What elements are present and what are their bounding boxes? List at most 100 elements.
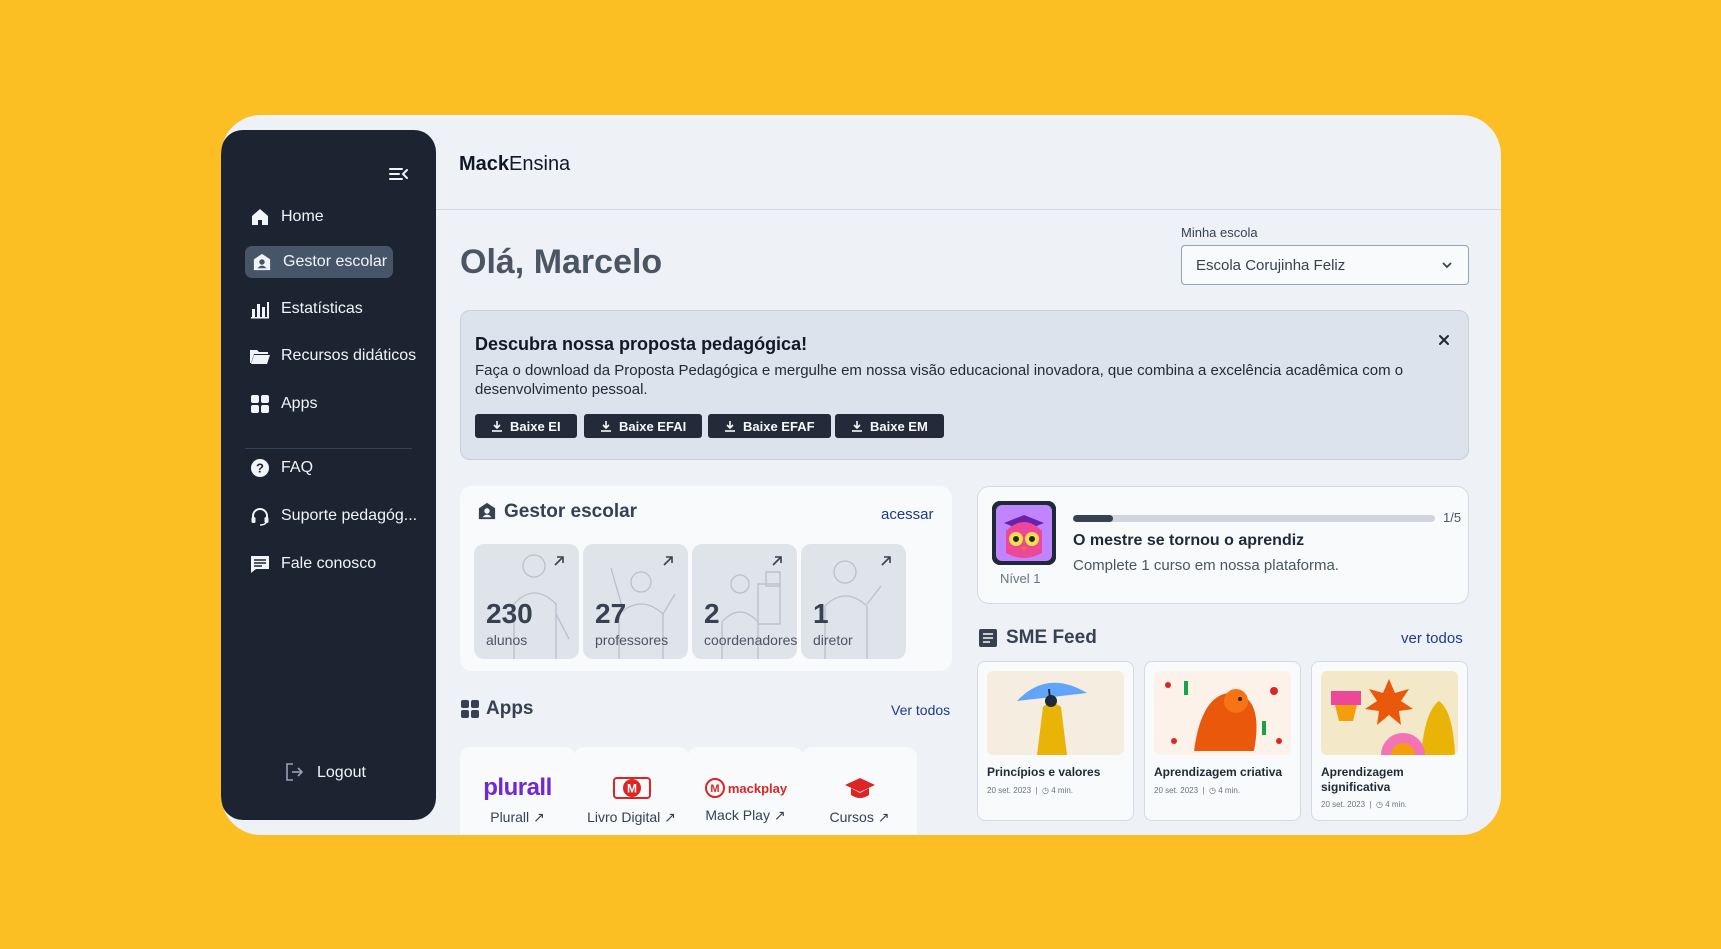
feed-image-creative (1154, 671, 1291, 755)
feed-image-umbrella (987, 671, 1124, 755)
sidebar-item-label: Apps (281, 395, 318, 412)
apps-see-all-link[interactable]: Ver todos (891, 702, 950, 718)
logout-button[interactable]: Logout (285, 760, 366, 786)
external-arrow-icon (771, 554, 783, 566)
progress-count: 1/5 (1443, 510, 1462, 525)
top-bar: MackEnsina (436, 115, 1501, 210)
feed-header: SME Feed (978, 627, 1097, 649)
download-ei-button[interactable]: Baixe EI (475, 414, 577, 438)
chart-icon (249, 298, 271, 320)
stat-card-professores[interactable]: 27 professores (583, 544, 688, 659)
download-efaf-button[interactable]: Baixe EFAF (708, 414, 831, 438)
folder-icon (249, 345, 271, 367)
gestor-access-link[interactable]: acessar (881, 506, 934, 523)
stat-card-alunos[interactable]: 230 alunos (474, 544, 579, 659)
stat-value: 230 (486, 598, 533, 629)
stat-card-diretor[interactable]: 1 diretor (801, 544, 906, 659)
badge-level: Nível 1 (1000, 571, 1041, 586)
app-card-plurall[interactable]: plurall Plurall ↗ (460, 747, 575, 835)
page-title: Olá, Marcelo (460, 243, 663, 281)
collapse-menu-icon[interactable] (389, 166, 413, 184)
plurall-logo: plurall (460, 773, 575, 803)
apps-header: Apps (460, 698, 534, 720)
feed-card-readtime: 4 min. (1385, 800, 1408, 809)
sidebar-item-label: FAQ (281, 459, 314, 476)
clock-icon: ◷ (1376, 800, 1383, 809)
stat-value: 2 (704, 598, 720, 629)
close-icon[interactable] (1437, 333, 1451, 347)
question-icon: ? (249, 457, 271, 479)
sidebar-item-label: Recursos didáticos (281, 347, 417, 364)
feed-card-title: Princípios e valores (987, 765, 1101, 779)
feed-image-meaningful (1321, 671, 1458, 755)
external-arrow-icon (553, 554, 565, 566)
sidebar: Home Gestor escolar Estatísticas Recurso… (221, 130, 436, 820)
school-select[interactable]: Escola Corujinha Feliz (1181, 245, 1469, 285)
download-em-button[interactable]: Baixe EM (835, 414, 944, 438)
download-efai-button[interactable]: Baixe EFAI (584, 414, 703, 438)
brand-logo[interactable]: MackEnsina (459, 153, 570, 176)
achievement-card[interactable]: Nível 1 1/5 O mestre se tornou o aprendi… (977, 486, 1469, 604)
sidebar-item-apps[interactable]: Apps (245, 388, 321, 420)
banner-title: Descubra nossa proposta pedagógica! (475, 334, 808, 354)
download-icon (725, 421, 735, 432)
external-arrow-icon (880, 554, 892, 566)
school-select-value: Escola Corujinha Feliz (1196, 256, 1346, 274)
app-name-label: Livro Digital (587, 809, 661, 825)
chat-icon (249, 553, 271, 575)
feed-card[interactable]: Aprendizagem criativa 20 set. 2023 | ◷ 4… (1144, 661, 1301, 821)
feed-card-date: 20 set. 2023 (1321, 800, 1366, 809)
sidebar-item-recursos-didaticos[interactable]: Recursos didáticos (245, 340, 420, 372)
sidebar-item-estatisticas[interactable]: Estatísticas (245, 293, 367, 325)
app-card-cursos[interactable]: Cursos ↗ (802, 747, 917, 835)
gestor-card: Gestor escolar acessar 230 alunos 27 pro… (460, 486, 952, 671)
sidebar-item-label: Gestor escolar (283, 253, 388, 270)
achievement-subtitle: Complete 1 curso em nossa plataforma. (1073, 557, 1339, 574)
feed-see-all-link[interactable]: ver todos (1401, 630, 1463, 647)
feed-card[interactable]: Princípios e valores 20 set. 2023 | ◷ 4 … (977, 661, 1134, 821)
download-icon (492, 421, 502, 432)
home-icon (249, 206, 271, 228)
stat-value: 27 (595, 598, 627, 629)
progress-bar-fill (1073, 515, 1113, 522)
svg-text:M: M (627, 782, 637, 796)
download-icon (601, 421, 611, 432)
sidebar-item-home[interactable]: Home (245, 201, 328, 233)
banner-text: Faça o download da Proposta Pedagógica e… (475, 362, 1404, 398)
mack-play-logo-text: mackplay (727, 780, 788, 796)
download-icon (852, 421, 862, 432)
stat-label: coordenadores (704, 632, 797, 648)
app-card-livro-digital[interactable]: M Livro Digital ↗ (574, 747, 689, 835)
school-label: Minha escola (1181, 225, 1258, 240)
feed-card-meta: 20 set. 2023 | ◷ 4 min. (1154, 786, 1241, 795)
gestor-icon (251, 251, 273, 273)
download-ei-label: Baixe EI (510, 418, 561, 434)
stat-card-coordenadores[interactable]: 2 coordenadores (692, 544, 797, 659)
sidebar-item-label: Suporte pedagóg... (281, 507, 418, 524)
app-window: Home Gestor escolar Estatísticas Recurso… (221, 115, 1501, 835)
sidebar-item-gestor-escolar[interactable]: Gestor escolar (245, 246, 394, 278)
sidebar-item-label: Fale conosco (281, 555, 377, 572)
sidebar-divider (245, 448, 412, 449)
feed-card-title: Aprendizagem criativa (1154, 765, 1283, 779)
download-efaf-label: Baixe EFAF (743, 418, 815, 434)
proposal-banner: Descubra nossa proposta pedagógica! Faça… (460, 310, 1469, 460)
brand-bold: Mack (459, 153, 510, 175)
sidebar-item-faq[interactable]: ? FAQ (245, 452, 317, 484)
feed-card-readtime: 4 min. (1218, 786, 1241, 795)
sidebar-item-label: Home (281, 208, 324, 225)
feed-card[interactable]: Aprendizagem significativa 20 set. 2023 … (1311, 661, 1468, 821)
feed-title: SME Feed (1006, 627, 1097, 648)
stat-value: 1 (813, 598, 829, 629)
plurall-logo-text: plurall (483, 774, 552, 801)
progress-bar (1073, 515, 1435, 522)
download-em-label: Baixe EM (870, 418, 928, 434)
gestor-card-header: Gestor escolar (478, 501, 637, 523)
logout-icon (285, 762, 307, 784)
sidebar-item-fale-conosco[interactable]: Fale conosco (245, 548, 380, 580)
mack-play-logo: Mmackplay (688, 773, 803, 803)
sidebar-item-suporte[interactable]: Suporte pedagóg... (245, 500, 421, 532)
achievement-title: O mestre se tornou o aprendiz (1073, 532, 1305, 549)
app-name: Cursos ↗ (829, 809, 890, 825)
app-card-mack-play[interactable]: Mmackplay Mack Play ↗ (688, 747, 803, 835)
